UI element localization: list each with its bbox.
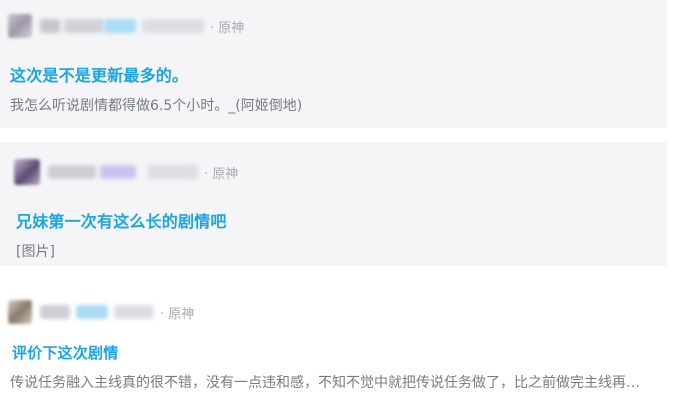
avatar[interactable] bbox=[14, 159, 40, 185]
post-snippet: 我怎么听说剧情都得做6.5个小时。_(阿姬倒地) bbox=[10, 98, 303, 114]
post-card[interactable]: · 原神 这次是不是更新最多的。 我怎么听说剧情都得做6.5个小时。_(阿姬倒地… bbox=[0, 0, 667, 128]
author-row: · 原神 bbox=[8, 300, 194, 324]
post-title[interactable]: 评价下这次剧情 bbox=[12, 342, 118, 363]
post-snippet: [图片] bbox=[16, 244, 55, 260]
game-tag[interactable]: · 原神 bbox=[204, 163, 238, 182]
post-title[interactable]: 兄妹第一次有这么长的剧情吧 bbox=[16, 208, 227, 232]
author-row: · 原神 bbox=[14, 159, 238, 185]
game-tag[interactable]: · 原神 bbox=[210, 17, 244, 36]
author-row: · 原神 bbox=[8, 14, 244, 38]
author-name-blurred[interactable] bbox=[40, 305, 154, 319]
avatar[interactable] bbox=[8, 14, 32, 38]
author-name-blurred[interactable] bbox=[40, 19, 204, 33]
post-title[interactable]: 这次是不是更新最多的。 bbox=[10, 62, 188, 86]
post-card[interactable]: · 原神 评价下这次剧情 传说任务融入主线真的很不错，没有一点违和感，不知不觉中… bbox=[0, 286, 691, 408]
post-card[interactable]: · 原神 兄妹第一次有这么长的剧情吧 [图片] bbox=[0, 142, 667, 266]
avatar[interactable] bbox=[8, 300, 32, 324]
game-tag[interactable]: · 原神 bbox=[160, 303, 194, 322]
post-feed: · 原神 这次是不是更新最多的。 我怎么听说剧情都得做6.5个小时。_(阿姬倒地… bbox=[0, 0, 691, 408]
author-name-blurred[interactable] bbox=[48, 165, 198, 179]
post-snippet: 传说任务融入主线真的很不错，没有一点违和感，不知不觉中就把传说任务做了，比之前做… bbox=[10, 375, 640, 391]
